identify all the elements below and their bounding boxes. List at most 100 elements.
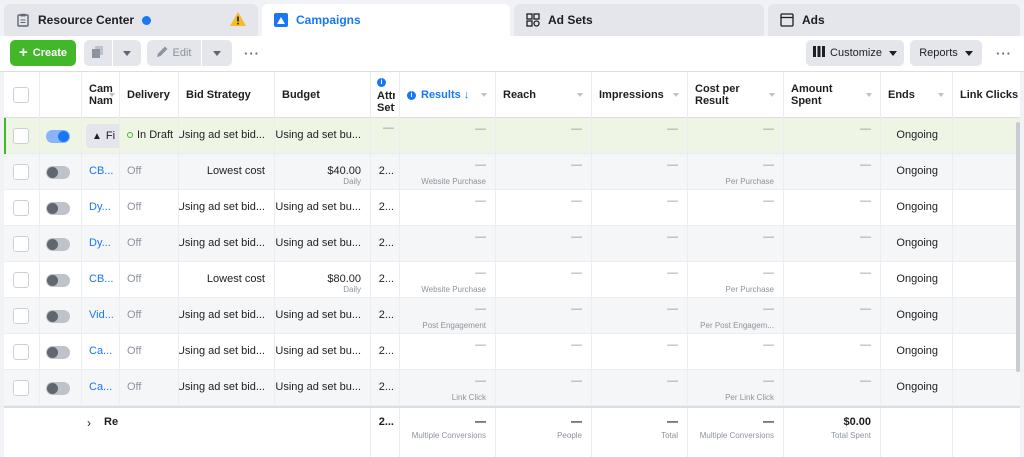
budget-value[interactable]: $80.00 (327, 273, 361, 285)
ends-value: Ongoing (896, 309, 938, 321)
tab-campaigns[interactable]: Campaigns (262, 4, 510, 36)
delivery-status: Off (127, 201, 142, 213)
footer-label[interactable]: › Re (82, 408, 371, 457)
table-row[interactable]: Dy... Off Using ad set bid... Using ad set … (4, 190, 1020, 226)
results-value: — (475, 303, 486, 315)
budget-value[interactable]: Using ad set bu... (275, 381, 361, 393)
warning-icon: ▲ (92, 130, 102, 142)
table-row[interactable]: CB... Off Lowest cost $40.00 Daily 2... — Websi… (4, 154, 1020, 190)
row-checkbox[interactable] (13, 380, 29, 396)
chevron-down-icon (769, 93, 775, 97)
campaign-name-link[interactable]: Dy... (89, 201, 111, 213)
row-checkbox[interactable] (13, 164, 29, 180)
amount-spent-value: — (860, 195, 871, 207)
budget-value[interactable]: $40.00 (327, 165, 361, 177)
results-value: — (475, 339, 486, 351)
edit-dropdown-button[interactable] (202, 40, 232, 66)
delivery-status: In Draft (127, 129, 173, 141)
col-bid-strategy[interactable]: Bid Strategy (179, 72, 275, 118)
attribution-value: — (383, 122, 394, 134)
tab-ads[interactable]: Ads (768, 4, 1020, 36)
results-value: — (475, 231, 486, 243)
col-delivery[interactable]: Delivery (120, 72, 179, 118)
row-checkbox[interactable] (13, 236, 29, 252)
campaign-name-link[interactable]: Dy... (89, 237, 111, 249)
cost-per-result-value: — (763, 231, 774, 243)
campaign-toggle[interactable] (46, 274, 70, 287)
table-row[interactable]: Ca... Off Using ad set bid... Using ad set … (4, 334, 1020, 370)
chevron-right-icon: › (87, 416, 91, 430)
campaign-toggle[interactable] (46, 238, 70, 251)
duplicate-button[interactable] (84, 40, 112, 66)
row-checkbox[interactable] (13, 128, 29, 144)
more-options-icon[interactable]: ··· (244, 46, 260, 61)
more-options-icon[interactable]: ··· (996, 46, 1012, 61)
edit-button[interactable]: Edit (147, 40, 201, 66)
row-checkbox[interactable] (13, 200, 29, 216)
col-amount-spent[interactable]: Amount Spent (784, 72, 881, 118)
campaign-toggle[interactable] (46, 310, 70, 323)
col-ends[interactable]: Ends (881, 72, 953, 118)
row-checkbox[interactable] (13, 272, 29, 288)
table-row[interactable]: Ca... Off Using ad set bid... Using ad set … (4, 370, 1020, 406)
tab-resource-center[interactable]: Resource Center (4, 4, 258, 36)
col-campaign-name[interactable]: Campaign Name (82, 72, 120, 118)
customize-button[interactable]: Customize (806, 40, 904, 66)
table-row[interactable]: CB... Off Lowest cost $80.00 Daily 2... — Websi… (4, 262, 1020, 298)
budget-value[interactable]: Using ad set bu... (275, 309, 361, 321)
cost-per-result-value: — (763, 159, 774, 171)
vertical-scrollbar[interactable] (1016, 122, 1020, 372)
row-checkbox[interactable] (13, 308, 29, 324)
impressions-value: — (667, 159, 678, 171)
impressions-value: — (667, 123, 678, 135)
campaign-name-link[interactable]: Vid... (89, 309, 114, 321)
tab-ad-sets[interactable]: Ad Sets (514, 4, 764, 36)
select-all-checkbox[interactable] (13, 87, 29, 103)
table-row[interactable]: Vid... Off Using ad set bid... Using ad set… (4, 298, 1020, 334)
ends-value: Ongoing (896, 273, 938, 285)
delivery-status: Off (127, 237, 142, 249)
campaign-name-link[interactable]: Ca... (89, 381, 112, 393)
delivery-status: Off (127, 381, 142, 393)
budget-period: Daily (343, 285, 361, 294)
info-icon: i (377, 78, 386, 87)
fix-warning-button[interactable]: ▲ Fi (86, 124, 119, 148)
col-link-clicks[interactable]: Link Clicks (953, 72, 1020, 118)
campaign-name-link[interactable]: CB... (89, 165, 113, 177)
results-value: — (475, 123, 486, 135)
create-button[interactable]: + Create (10, 40, 76, 66)
reports-button[interactable]: Reports (910, 40, 982, 66)
ends-value: Ongoing (896, 165, 938, 177)
budget-value[interactable]: Using ad set bu... (275, 345, 361, 357)
col-reach[interactable]: Reach (496, 72, 592, 118)
warning-icon[interactable] (230, 12, 246, 29)
cost-per-result-value: — (763, 123, 774, 135)
col-budget[interactable]: Budget (275, 72, 371, 118)
campaign-name-link[interactable]: CB... (89, 273, 113, 285)
col-attribution[interactable]: i Attribution Setting (371, 72, 400, 118)
campaign-toggle[interactable] (46, 166, 70, 179)
chevron-down-icon (866, 93, 872, 97)
row-checkbox[interactable] (13, 344, 29, 360)
budget-value[interactable]: Using ad set bu... (275, 201, 361, 213)
amount-spent-value: — (860, 375, 871, 387)
campaign-toggle[interactable] (46, 130, 70, 143)
campaign-name-link[interactable]: Ca... (89, 345, 112, 357)
toggle-header (40, 72, 82, 118)
tab-bar: Resource Center Campaigns Ad Sets Ads (0, 0, 1024, 36)
budget-value[interactable]: Using ad set bu... (275, 237, 361, 249)
attribution-value: 2... (378, 381, 394, 393)
table-row[interactable]: Dy... Off Using ad set bid... Using ad set … (4, 226, 1020, 262)
attribution-value: 2... (378, 165, 394, 177)
duplicate-dropdown-button[interactable] (113, 40, 141, 66)
chevron-down-icon (481, 93, 487, 97)
budget-value[interactable]: Using ad set bu... (275, 129, 361, 141)
col-impressions[interactable]: Impressions (592, 72, 688, 118)
table-row[interactable]: ▲ Fi In Draft Using ad set bid... Using ad s… (4, 118, 1020, 154)
col-results[interactable]: i Results ↓ (400, 72, 496, 118)
campaign-toggle[interactable] (46, 202, 70, 215)
col-cost-per-result[interactable]: Cost per Result (688, 72, 784, 118)
attribution-value: 2... (378, 273, 394, 285)
campaign-toggle[interactable] (46, 346, 70, 359)
campaign-toggle[interactable] (46, 382, 70, 395)
